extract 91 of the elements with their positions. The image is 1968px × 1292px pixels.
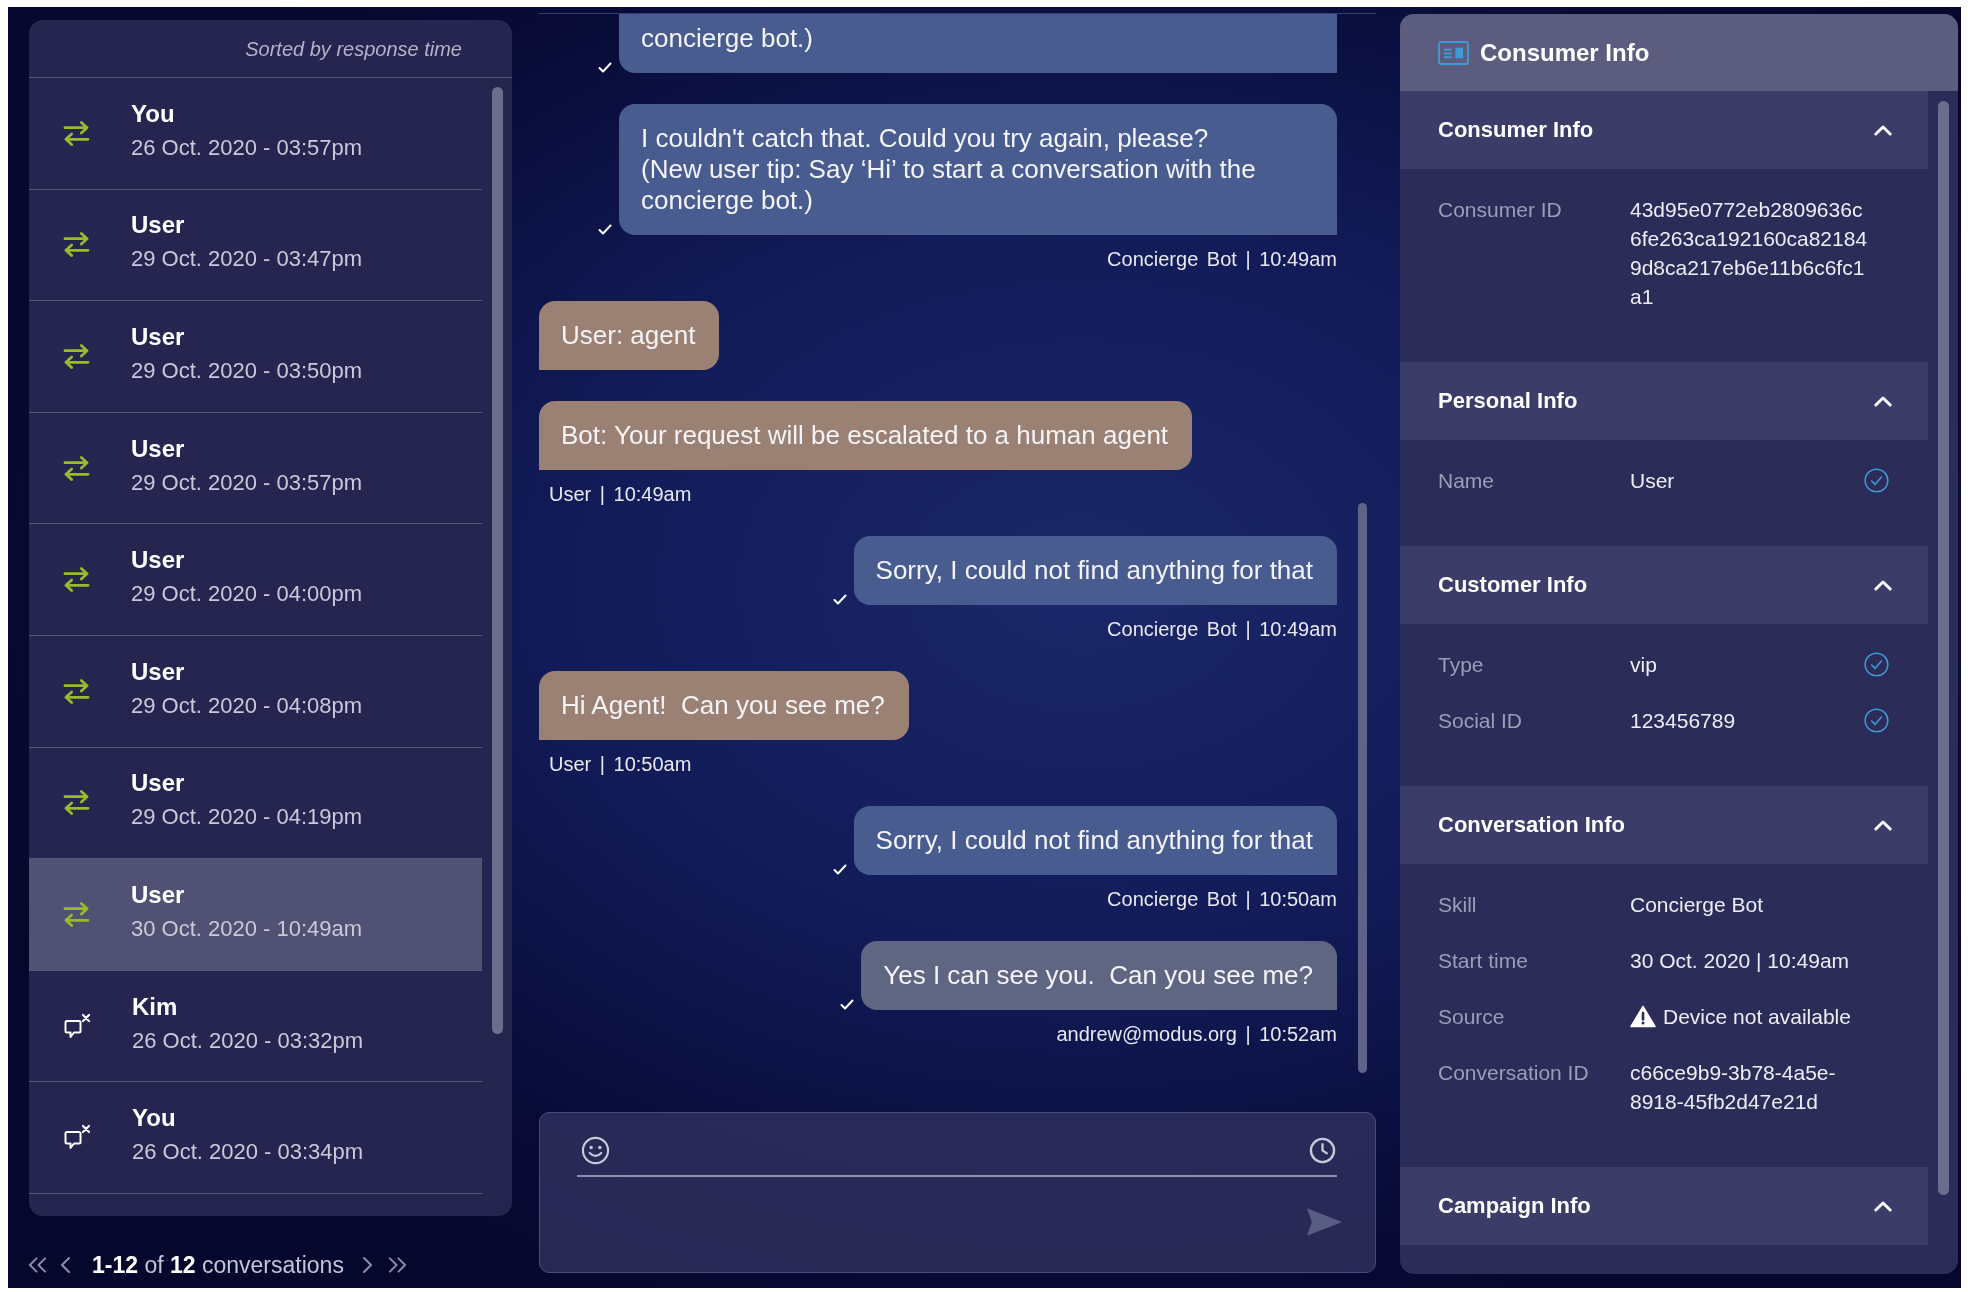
chevron-right-icon[interactable]	[361, 1256, 373, 1274]
double-chevron-left-icon[interactable]	[28, 1256, 47, 1274]
field-value: User	[1630, 468, 1675, 494]
clock-icon[interactable]	[1309, 1137, 1336, 1164]
field-value: 123456789	[1630, 708, 1736, 734]
section-header[interactable]: Customer Info	[1400, 546, 1928, 624]
sort-label: Sorted by response time	[245, 36, 462, 61]
check-circle-icon	[1864, 708, 1889, 733]
field-label: Conversation ID	[1438, 1060, 1590, 1086]
contact-name: Kim	[132, 992, 179, 1021]
chat-bubble-x-icon	[63, 1012, 91, 1040]
contact-name: You	[132, 1104, 177, 1133]
message-bubble: Sorry, I could not find anything for that	[853, 536, 1337, 605]
check-circle-icon	[1864, 652, 1889, 677]
message-meta: Concierge Bot | 10:49am	[1107, 248, 1337, 270]
field-value: 30 Oct. 2020 | 10:49am	[1630, 948, 1850, 974]
conversation-item[interactable]: User 29 Oct. 2020 - 04:00pm	[29, 524, 482, 636]
field-value: Concierge Bot	[1630, 892, 1764, 918]
section-header[interactable]: Campaign Info	[1400, 1167, 1928, 1245]
conversation-time: 30 Oct. 2020 - 10:49am	[131, 914, 363, 943]
contact-name: User	[131, 211, 186, 240]
contact-name: User	[131, 434, 186, 463]
field-label: Name	[1438, 468, 1496, 494]
scrollbar-thumb[interactable]	[1938, 101, 1949, 1195]
swap-arrows-icon	[63, 900, 90, 928]
conversation-time: 29 Oct. 2020 - 03:50pm	[131, 357, 363, 385]
field-label: Source	[1438, 1004, 1506, 1030]
message-meta: andrew@modus.org | 10:52am	[1056, 1023, 1337, 1045]
message-meta: Concierge Bot | 10:50am	[1107, 888, 1337, 910]
conversation-item[interactable]: User 29 Oct. 2020 - 04:08pm	[29, 635, 482, 748]
swap-arrows-icon	[63, 454, 90, 482]
conversation-item[interactable]: User 30 Oct. 2020 - 10:49am	[29, 859, 482, 971]
field-value: 43d95e0772eb2809636c6fe263ca192160ca821849d8ca217eb6e11b6c6fc1a1	[1630, 197, 1869, 310]
swap-arrows-icon	[63, 677, 90, 705]
conversation-time: 26 Oct. 2020 - 03:32pm	[132, 1026, 364, 1055]
conversation-item[interactable]: You 26 Oct. 2020 - 03:34pm	[29, 1082, 482, 1194]
field-value: c66ce9b9-3b78-4a5e-8918-45fb2d47e21d	[1630, 1060, 1837, 1115]
swap-arrows-icon	[63, 231, 90, 259]
message-bubble: concierge bot.)	[619, 14, 1337, 73]
conversation-item[interactable]: Kim 26 Oct. 2020 - 03:32pm	[29, 970, 482, 1083]
check-circle-icon	[1864, 468, 1889, 493]
section-header[interactable]: Consumer Info	[1400, 91, 1928, 169]
panel-title: Consumer Info	[1480, 38, 1650, 67]
conversation-item[interactable]: You 26 Oct. 2020 - 03:57pm	[29, 78, 482, 190]
conversation-time: 29 Oct. 2020 - 04:00pm	[131, 580, 363, 609]
conversation-item[interactable]: User 29 Oct. 2020 - 03:57pm	[29, 412, 482, 525]
double-chevron-right-icon[interactable]	[387, 1256, 407, 1274]
field-label: Skill	[1438, 892, 1478, 918]
contact-name: User	[131, 769, 186, 798]
pagination-summary: 1-12 of 12 conversations	[92, 1251, 344, 1279]
message-bubble: Sorry, I could not find anything for that	[853, 806, 1337, 875]
field-label: Social ID	[1438, 708, 1524, 734]
section-header[interactable]: Personal Info	[1400, 362, 1928, 440]
id-card-icon	[1438, 40, 1469, 65]
scrollbar-thumb[interactable]	[492, 87, 503, 1034]
smiley-icon[interactable]	[581, 1136, 610, 1165]
scrollbar-thumb[interactable]	[1358, 503, 1367, 1073]
message-bubble: User: agent	[539, 301, 720, 370]
field-value: Device not available	[1663, 1004, 1851, 1030]
field-label: Start time	[1438, 948, 1529, 974]
field-label: Type	[1438, 652, 1485, 678]
chevron-left-icon[interactable]	[60, 1256, 71, 1274]
message-meta: Concierge Bot | 10:49am	[1107, 618, 1337, 640]
swap-arrows-icon	[63, 119, 90, 147]
message-bubble: Bot: Your request will be escalated to a human agent	[539, 401, 1193, 470]
message-bubble: I couldn't catch that. Could you try again, please? (New user tip: Say ‘Hi’ to start a conversation with the concierge bot.)	[619, 104, 1337, 235]
contact-name: User	[131, 880, 186, 909]
message-meta: User | 10:50am	[549, 753, 692, 775]
field-value: vip	[1630, 652, 1657, 678]
conversation-time: 29 Oct. 2020 - 04:08pm	[131, 691, 363, 720]
message-bubble: Yes I can see you. Can you see me?	[861, 941, 1337, 1010]
swap-arrows-icon	[63, 343, 90, 370]
swap-arrows-icon	[63, 566, 90, 594]
contact-name: User	[131, 546, 186, 575]
contact-name: User	[131, 323, 186, 351]
message-meta: User | 10:49am	[549, 483, 692, 505]
conversation-time: 26 Oct. 2020 - 03:57pm	[131, 133, 363, 162]
conversation-time: 29 Oct. 2020 - 03:47pm	[131, 245, 363, 274]
contact-name: You	[131, 99, 176, 128]
section-header[interactable]: Conversation Info	[1400, 786, 1928, 864]
message-bubble: Hi Agent! Can you see me?	[539, 671, 909, 740]
conversation-item[interactable]: User 29 Oct. 2020 - 03:50pm	[29, 301, 482, 413]
conversation-time: 29 Oct. 2020 - 04:19pm	[131, 803, 363, 832]
conversation-item[interactable]: User 29 Oct. 2020 - 03:47pm	[29, 189, 482, 302]
conversation-time: 29 Oct. 2020 - 03:57pm	[131, 468, 363, 497]
swap-arrows-icon	[63, 789, 90, 817]
chat-bubble-x-icon	[63, 1124, 91, 1152]
field-label: Consumer ID	[1438, 197, 1563, 223]
warning-icon	[1630, 1005, 1656, 1028]
conversation-time: 26 Oct. 2020 - 03:34pm	[132, 1138, 364, 1167]
contact-name: User	[131, 657, 186, 686]
